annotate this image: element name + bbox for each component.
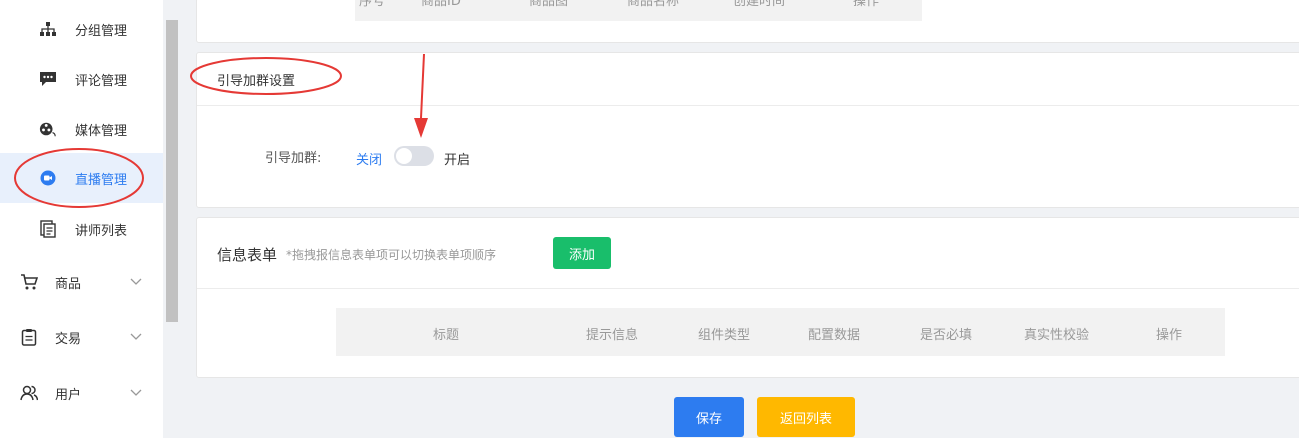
- table-header-cell: 操作: [853, 0, 880, 9]
- live-video-icon: [39, 169, 57, 187]
- guide-group-card: 引导加群设置 引导加群: 关闭 开启: [196, 52, 1299, 208]
- sidebar-item-label: 讲师列表: [75, 223, 128, 239]
- table-header-cell: 创建时间: [733, 0, 786, 9]
- sidebar-item-comment-management[interactable]: 评论管理: [0, 54, 163, 104]
- users-icon: [20, 384, 38, 402]
- list-icon: [39, 220, 57, 238]
- sidebar-item-label: 评论管理: [75, 73, 128, 89]
- sidebar-group-goods[interactable]: 商品: [0, 257, 163, 307]
- sidebar-group-users[interactable]: 用户: [0, 368, 163, 418]
- comment-icon: [39, 70, 57, 88]
- media-icon: [39, 120, 57, 138]
- table-header-cell: 商品名称: [627, 0, 680, 9]
- sidebar-item-label: 直播管理: [75, 172, 128, 188]
- section-title: 信息表单: [217, 246, 278, 264]
- table-header-cell: 提示信息: [586, 328, 639, 343]
- sidebar-item-label: 分组管理: [75, 23, 128, 39]
- table-header-cell: 商品图: [529, 0, 569, 9]
- sidebar-item-media-management[interactable]: 媒体管理: [0, 104, 163, 154]
- save-button[interactable]: 保存: [674, 397, 744, 437]
- back-to-list-button[interactable]: 返回列表: [757, 397, 855, 437]
- table-header-cell: 商品ID: [421, 0, 461, 9]
- sidebar-item-lecturer-list[interactable]: 讲师列表: [0, 204, 163, 254]
- table-header-cell: 真实性校验: [1024, 328, 1090, 343]
- sidebar-scrollbar-thumb[interactable]: [166, 20, 178, 322]
- table-header-cell: 操作: [1156, 328, 1183, 343]
- sidebar: 分组管理 评论管理 媒体管理 直播管理 讲师列表 商品 交易 用户: [0, 0, 163, 438]
- table-header-cell: 是否必填: [920, 328, 973, 343]
- sitemap-icon: [39, 20, 57, 38]
- clipboard-icon: [20, 328, 38, 346]
- section-title: 引导加群设置: [217, 74, 296, 89]
- table-header-cell: 序号: [359, 0, 386, 9]
- divider: [197, 105, 1299, 106]
- divider: [197, 288, 1299, 289]
- sidebar-group-label: 交易: [55, 331, 82, 347]
- goods-table-card: 序号 商品ID 商品图 商品名称 创建时间 操作: [196, 0, 1299, 43]
- chevron-down-icon: [130, 386, 142, 400]
- toggle-on-label: 开启: [444, 153, 471, 168]
- cart-icon: [20, 273, 38, 291]
- toggle-knob: [396, 148, 412, 164]
- sidebar-item-group-management[interactable]: 分组管理: [0, 4, 163, 54]
- form-hint: *拖拽报信息表单项可以切换表单项顺序: [286, 248, 497, 262]
- add-button[interactable]: 添加: [553, 237, 611, 269]
- table-header-cell: 标题: [433, 328, 460, 343]
- sidebar-group-label: 用户: [55, 387, 82, 403]
- form-items-table-header: 标题 提示信息 组件类型 配置数据 是否必填 真实性校验 操作: [336, 308, 1225, 356]
- table-header-cell: 组件类型: [698, 328, 751, 343]
- field-label: 引导加群:: [265, 151, 322, 166]
- table-header-cell: 配置数据: [808, 328, 861, 343]
- guide-group-toggle[interactable]: [394, 146, 434, 166]
- sidebar-group-trade[interactable]: 交易: [0, 312, 163, 362]
- sidebar-group-label: 商品: [55, 276, 82, 292]
- sidebar-item-label: 媒体管理: [75, 123, 128, 139]
- chevron-down-icon: [130, 330, 142, 344]
- sidebar-item-live-management[interactable]: 直播管理: [0, 153, 163, 203]
- toggle-off-label: 关闭: [356, 153, 383, 168]
- goods-table-header: 序号 商品ID 商品图 商品名称 创建时间 操作: [355, 0, 922, 21]
- chevron-down-icon: [130, 275, 142, 289]
- info-form-card: 信息表单 *拖拽报信息表单项可以切换表单项顺序 添加 标题 提示信息 组件类型 …: [196, 217, 1299, 378]
